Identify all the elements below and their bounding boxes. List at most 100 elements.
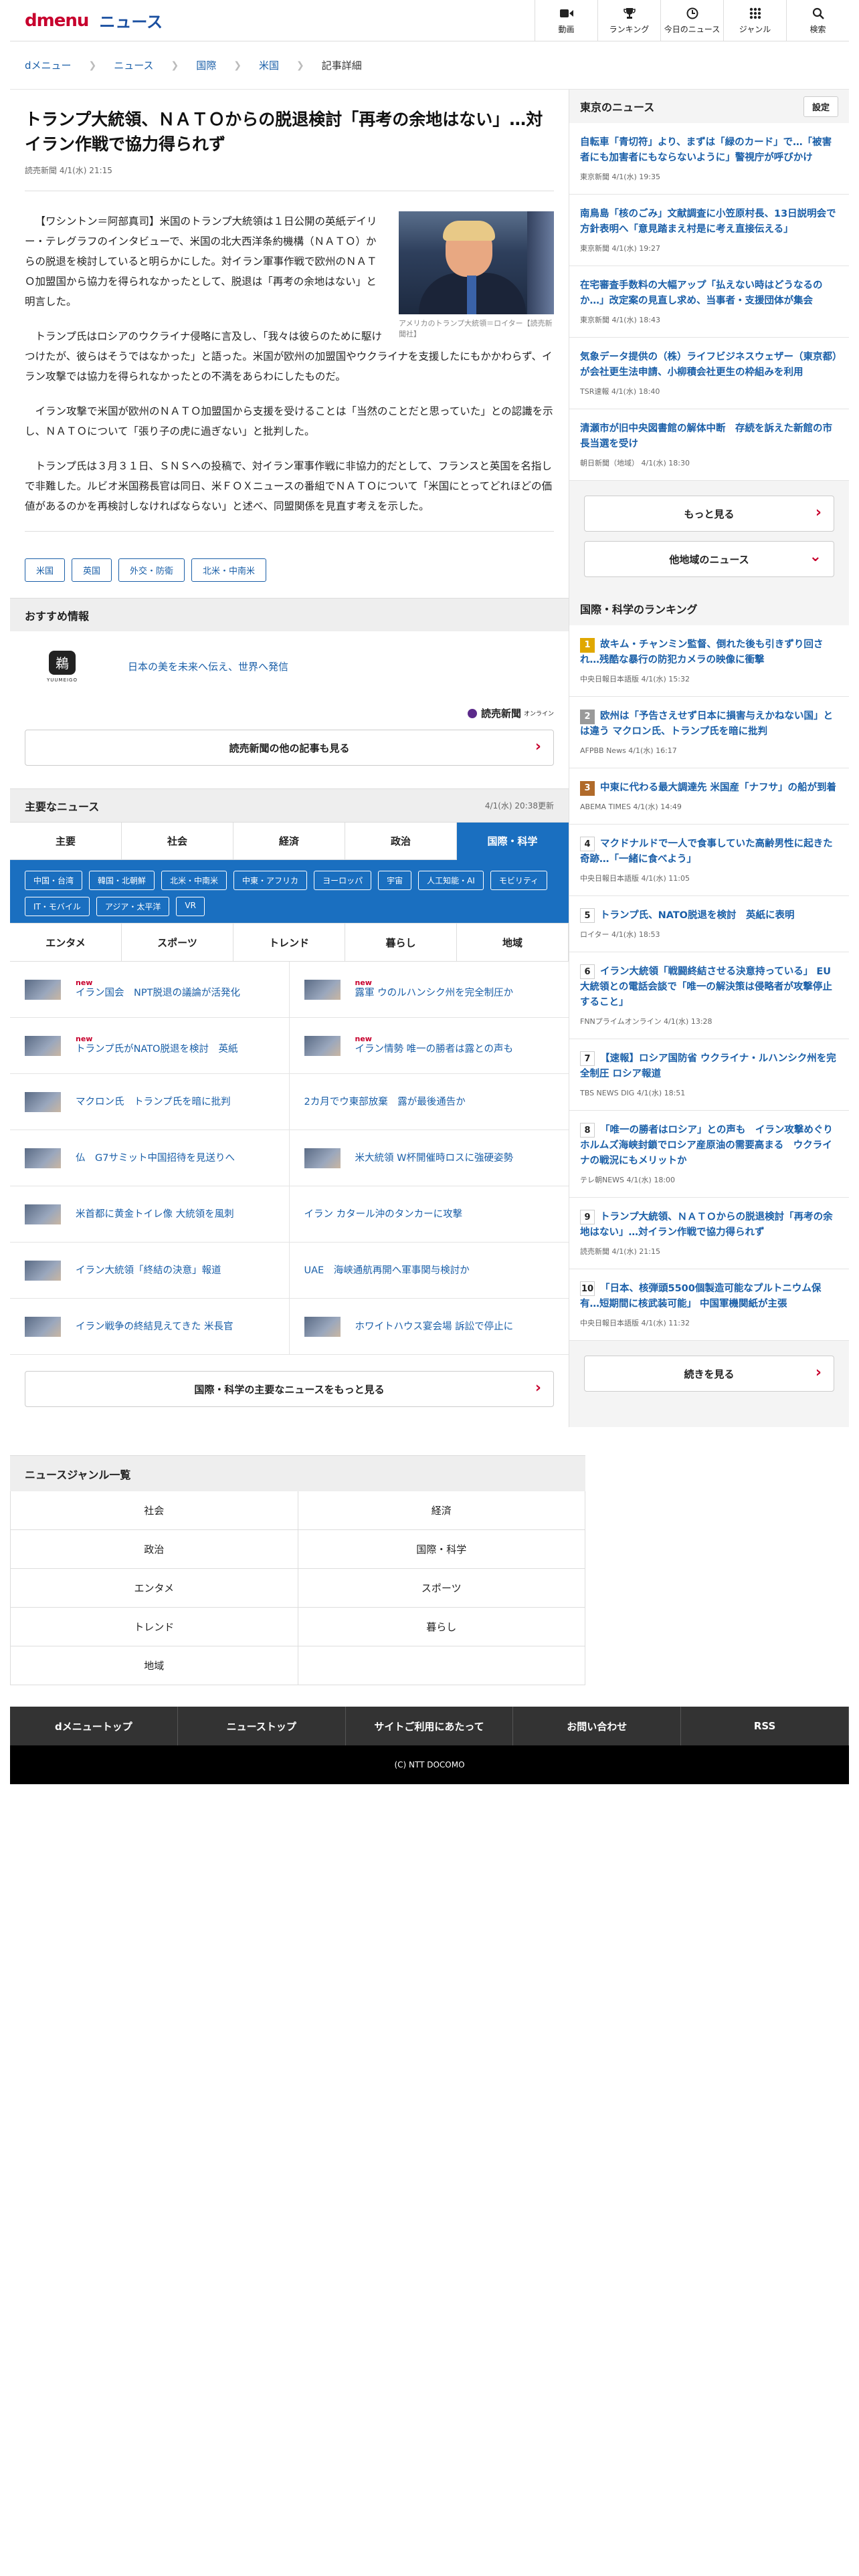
news-title[interactable]: イラン大統領「戦闘終結させる決意持っている」 EU大統領との電話会談で「唯一の解… [580,966,832,1008]
news-title[interactable]: イラン カタール沖のタンカーに攻撃 [304,1209,463,1220]
news-title[interactable]: ホワイトハウス宴会場 訴訟で停止に [355,1321,514,1332]
news-item[interactable]: イラン大統領「終結の決意」報道 [10,1243,290,1299]
news-item[interactable]: ホワイトハウス宴会場 訴訟で停止に [289,1299,569,1355]
news-thumbnail[interactable] [25,1091,61,1112]
news-title[interactable]: トランプ氏、NATO脱退を検討 英紙に表明 [600,910,795,921]
ranking-title-row[interactable]: 7 【速報】ロシア国防省 ウクライナ・ルハンシク州を完全制圧 ロシア報道 [580,1051,838,1082]
news-item[interactable]: new イラン国会 NPT脱退の議論が活発化 [10,962,290,1018]
news-title[interactable]: 南鳥島「核のごみ」文献調査に小笠原村長、13日説明会で方針表明へ「意見踏まえ村是… [580,207,838,237]
news-item-text[interactable]: new イラン情勢 唯一の勝者は露との声も [355,1035,513,1056]
genre-item[interactable]: 社会 [11,1491,298,1530]
ranking-item[interactable]: 9 トランプ大統領、ＮＡＴＯからの脱退検討「再考の余地はない」…対イラン作戦で協力… [569,1198,849,1269]
nav-ranking[interactable]: ランキング [597,0,660,41]
breadcrumb-usa[interactable]: 米国 [259,58,279,72]
other-region-button[interactable]: 他地域のニュース ⌄ [584,541,834,577]
news-title[interactable]: トランプ氏がNATO脱退を検討 英紙 [76,1044,237,1055]
tokyo-news-item[interactable]: 在宅審査手数料の大幅アップ「払えない時はどうなるのか…」改定案の見直し求め、当事… [569,266,849,338]
tab-main[interactable]: 主要 [10,823,122,860]
news-item-text[interactable]: 米首都に黄金トイレ像 大統領を風刺 [76,1208,234,1221]
news-title[interactable]: マクロン氏 トランプ氏を暗に批判 [76,1097,231,1107]
news-item[interactable]: イラン カタール沖のタンカーに攻撃 [289,1186,569,1243]
tokyo-news-item[interactable]: 清瀬市が旧中央図書館の解体中断 存続を訴えた新館の市長当選を受け 朝日新聞（地域）… [569,409,849,481]
news-item-text[interactable]: new トランプ氏がNATO脱退を検討 英紙 [76,1035,237,1056]
news-item-text[interactable]: マクロン氏 トランプ氏を暗に批判 [76,1095,231,1109]
news-item[interactable]: 米首都に黄金トイレ像 大統領を風刺 [10,1186,290,1243]
tag-americas[interactable]: 北米・中南米 [191,558,267,582]
news-title[interactable]: 気象データ提供の（株）ライフビジネスウェザー（東京都）が会社更生法申請、小柳積会… [580,350,838,381]
genre-item[interactable]: エンタメ [11,1569,298,1608]
news-logo[interactable]: ニュース [99,9,163,32]
subtag[interactable]: VR [176,897,205,916]
tab-region[interactable]: 地域 [457,924,569,961]
news-thumbnail[interactable] [25,979,61,1000]
news-thumbnail[interactable] [25,1148,61,1168]
breadcrumb-international[interactable]: 国際 [196,58,216,72]
ranking-item[interactable]: 1 故キム・チャンミン監督、倒れた後も引きずり回され…残酷な暴行の防犯カメラの映像… [569,625,849,697]
tab-life[interactable]: 暮らし [345,924,457,961]
nav-video[interactable]: 動画 [535,0,597,41]
nav-today[interactable]: 今日のニュース [660,0,723,41]
news-item[interactable]: new イラン情勢 唯一の勝者は露との声も [289,1018,569,1074]
article-photo[interactable]: アメリカのトランプ大統領＝ロイター【読売新聞社】 [399,211,554,340]
news-title[interactable]: 欧州は「予告さえせず日本に損害与えかねない国」とは違う マクロン氏、トランプ氏を… [580,711,833,737]
news-item[interactable]: 2カ月でウ東部放棄 露が最後通告か [289,1074,569,1130]
ranking-title-row[interactable]: 10 「日本、核弾頭5500個製造可能なプルトニウム保有…短期間に核武装可能」 中… [580,1281,838,1312]
ranking-title-row[interactable]: 2 欧州は「予告さえせず日本に損害与えかねない国」とは違う マクロン氏、トランプ氏… [580,709,838,740]
news-title[interactable]: UAE 海峡通航再開へ軍事関与検討か [304,1265,470,1276]
tab-economy[interactable]: 経済 [233,823,345,860]
subtag[interactable]: ヨーロッパ [314,871,372,890]
tag-diplomacy[interactable]: 外交・防衛 [118,558,185,582]
genre-item[interactable]: 経済 [298,1491,585,1530]
yomiuri-more-button[interactable]: 読売新聞の他の記事も見る › [25,730,554,766]
news-item[interactable]: new 露軍 ウのルハンシク州を完全制圧か [289,962,569,1018]
news-title[interactable]: 「日本、核弾頭5500個製造可能なプルトニウム保有…短期間に核武装可能」 中国軍… [580,1283,821,1309]
news-title[interactable]: イラン戦争の終結見えてきた 米長官 [76,1321,233,1332]
news-item-text[interactable]: new イラン国会 NPT脱退の議論が活発化 [76,979,240,1000]
genre-item[interactable]: 暮らし [298,1608,585,1646]
news-title[interactable]: 故キム・チャンミン監督、倒れた後も引きずり回され…残酷な暴行の防犯カメラの映像に… [580,639,823,665]
footer-terms[interactable]: サイトご利用にあたって [346,1707,514,1745]
news-title[interactable]: 清瀬市が旧中央図書館の解体中断 存続を訴えた新館の市長当選を受け [580,421,838,452]
news-item-text[interactable]: 2カ月でウ東部放棄 露が最後通告か [304,1095,466,1109]
nav-search[interactable]: 検索 [786,0,849,41]
subtag[interactable]: 中東・アフリカ [233,871,308,890]
site-logo[interactable]: dmenu ニュース [25,0,163,41]
photo-image[interactable] [399,211,554,314]
news-item-text[interactable]: UAE 海峡通航再開へ軍事関与検討か [304,1264,470,1277]
tab-sports[interactable]: スポーツ [122,924,233,961]
news-item[interactable]: 米大統領 W杯開催時ロスに強硬姿勢 [289,1130,569,1186]
news-title[interactable]: 2カ月でウ東部放棄 露が最後通告か [304,1097,466,1107]
news-thumbnail[interactable] [25,1204,61,1224]
news-item[interactable]: new トランプ氏がNATO脱退を検討 英紙 [10,1018,290,1074]
news-item-text[interactable]: イラン戦争の終結見えてきた 米長官 [76,1320,233,1333]
settings-button[interactable]: 設定 [803,96,838,117]
news-title[interactable]: トランプ大統領、ＮＡＴＯからの脱退検討「再考の余地はない」…対イラン作戦で協力得… [580,1212,833,1238]
news-title[interactable]: 米大統領 W杯開催時ロスに強硬姿勢 [355,1153,513,1164]
news-title[interactable]: イラン大統領「終結の決意」報道 [76,1265,221,1276]
genre-item[interactable]: 地域 [11,1646,298,1685]
genre-item[interactable]: トレンド [11,1608,298,1646]
news-thumbnail[interactable] [25,1035,61,1056]
news-thumbnail[interactable] [25,1260,61,1281]
news-title[interactable]: イラン情勢 唯一の勝者は露との声も [355,1044,513,1055]
tab-international[interactable]: 国際・科学 [457,823,569,860]
ranking-item[interactable]: 5 トランプ氏、NATO脱退を検討 英紙に表明 ロイター 4/1(水) 18:53 [569,896,849,952]
news-thumbnail[interactable] [304,1035,341,1056]
news-title[interactable]: 自転車「青切符」より、まずは「緑のカード」で…「被害者にも加害者にもならないよう… [580,135,838,166]
news-title[interactable]: 【速報】ロシア国防省 ウクライナ・ルハンシク州を完全制圧 ロシア報道 [580,1053,836,1079]
ranking-item[interactable]: 6 イラン大統領「戦闘終結させる決意持っている」 EU大統領との電話会談で「唯一の… [569,952,849,1039]
tag-uk[interactable]: 英国 [72,558,112,582]
breadcrumb-news[interactable]: ニュース [114,58,153,72]
ranking-title-row[interactable]: 9 トランプ大統領、ＮＡＴＯからの脱退検討「再考の余地はない」…対イラン作戦で協力… [580,1210,838,1241]
subtag[interactable]: 宇宙 [378,871,412,890]
subtag[interactable]: アジア・太平洋 [96,897,170,916]
news-item-text[interactable]: ホワイトハウス宴会場 訴訟で停止に [355,1320,514,1333]
subtag[interactable]: 北米・中南米 [161,871,227,890]
ranking-title-row[interactable]: 8 「唯一の勝者はロシア」との声も イラン攻撃めぐり ホルムズ海峡封鎖でロシア産原… [580,1123,842,1169]
news-thumbnail[interactable] [304,979,341,1000]
footer-contact[interactable]: お問い合わせ [513,1707,682,1745]
subtag[interactable]: 韓国・北朝鮮 [89,871,155,890]
ranking-title-row[interactable]: 1 故キム・チャンミン監督、倒れた後も引きずり回され…残酷な暴行の防犯カメラの映像… [580,637,838,668]
ranking-title-row[interactable]: 3 中東に代わる最大調達先 米国産「ナフサ」の船が到着 [580,780,838,796]
ranking-item[interactable]: 4 マクドナルドで一人で食事していた高齢男性に起きた奇跡…「一緒に食べよう」 中央日… [569,825,849,896]
